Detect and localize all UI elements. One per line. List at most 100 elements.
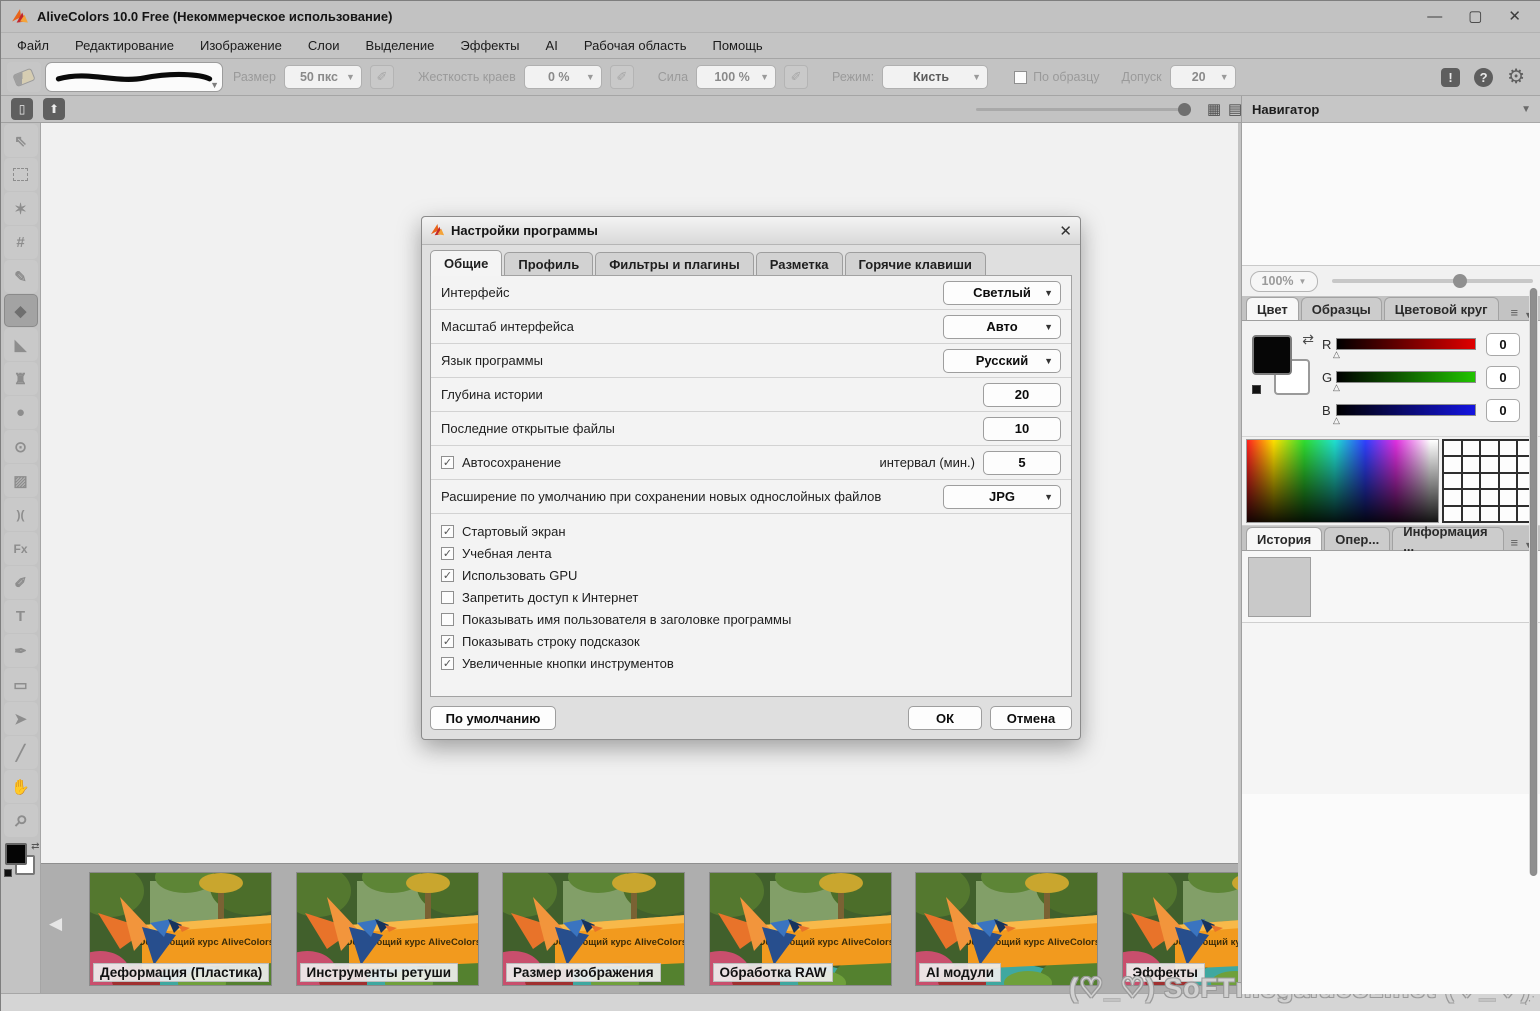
swatch-cell[interactable]	[1444, 474, 1461, 488]
menu-item-0[interactable]: Файл	[17, 38, 49, 53]
swatch-cell[interactable]	[1500, 457, 1517, 471]
show-username-checkbox[interactable]	[441, 613, 454, 626]
color-swatches[interactable]: ⇄	[4, 843, 38, 885]
tolerance-dropdown[interactable]: 20▼	[1170, 65, 1236, 89]
settings-tab-0[interactable]: Общие	[430, 250, 502, 276]
magic-wand-tool[interactable]: ✶	[4, 192, 38, 225]
training-feed-checkbox[interactable]: ✓	[441, 547, 454, 560]
clone-stamp-tool[interactable]: ♜	[4, 362, 38, 395]
strength-dropdown[interactable]: 100 %▼	[696, 65, 776, 89]
minimize-button[interactable]: —	[1427, 9, 1442, 25]
channel-slider-R[interactable]: △	[1336, 338, 1476, 350]
slider-knob[interactable]	[1178, 103, 1191, 116]
zoom-level-dropdown[interactable]: 100%▼	[1250, 271, 1318, 292]
tutorial-thumbnail-1[interactable]: Обучающий курс AliveColors Инструменты р…	[296, 872, 479, 986]
swatch-cell[interactable]	[1481, 490, 1498, 504]
menu-item-5[interactable]: Эффекты	[460, 38, 519, 53]
show-hints-checkbox[interactable]: ✓	[441, 635, 454, 648]
sample-checkbox[interactable]	[1014, 71, 1027, 84]
autosave-input[interactable]: 5	[983, 451, 1061, 475]
swatch-cell[interactable]	[1500, 441, 1517, 455]
pinch-tool[interactable]: )(	[4, 498, 38, 531]
start-screen-checkbox[interactable]: ✓	[441, 525, 454, 538]
open-file-button[interactable]: ⬆	[43, 98, 65, 120]
color-tab-0[interactable]: Цвет	[1246, 297, 1299, 320]
slider-marker-icon[interactable]: △	[1333, 382, 1340, 393]
block-internet-checkbox[interactable]	[441, 591, 454, 604]
swatch-cell[interactable]	[1444, 457, 1461, 471]
swatch-cell[interactable]	[1500, 474, 1517, 488]
menu-item-7[interactable]: Рабочая область	[584, 38, 687, 53]
zoom-slider[interactable]	[1332, 279, 1533, 283]
swatch-cell[interactable]	[1481, 474, 1498, 488]
history-menu-icon[interactable]: ≡	[1506, 535, 1522, 550]
tutorial-thumbnail-2[interactable]: Обучающий курс AliveColors Размер изобра…	[502, 872, 685, 986]
settings-tab-2[interactable]: Фильтры и плагины	[595, 252, 754, 276]
mode-dropdown[interactable]: Кисть▼	[882, 65, 988, 89]
color-tab-1[interactable]: Образцы	[1301, 297, 1382, 320]
ok-button[interactable]: ОК	[908, 706, 982, 730]
grid-view-icon[interactable]: ▦	[1207, 100, 1221, 118]
default-colors-icon[interactable]	[4, 869, 12, 877]
swatch-cell[interactable]	[1481, 441, 1498, 455]
dodge-tool[interactable]: ⊙	[4, 430, 38, 463]
swatch-cell[interactable]	[1481, 507, 1498, 521]
strength-pressure-button[interactable]: ✐	[784, 65, 808, 89]
feedback-icon[interactable]: !	[1441, 68, 1460, 87]
pen-tool[interactable]: ✒	[4, 634, 38, 667]
swap-colors-icon[interactable]: ⇄	[31, 841, 39, 852]
filmstrip-prev-button[interactable]: ◀	[49, 914, 62, 934]
swap-colors-icon[interactable]: ⇄	[1302, 331, 1314, 348]
brush-preset-preview[interactable]: ▼	[45, 62, 223, 92]
help-icon[interactable]: ?	[1474, 68, 1493, 87]
tutorial-thumbnail-3[interactable]: Обучающий курс AliveColors Обработка RAW	[709, 872, 892, 986]
channel-value-R[interactable]: 0	[1486, 333, 1520, 356]
cancel-button[interactable]: Отмена	[990, 706, 1072, 730]
channel-value-G[interactable]: 0	[1486, 366, 1520, 389]
swatch-cell[interactable]	[1444, 441, 1461, 455]
menu-item-2[interactable]: Изображение	[200, 38, 282, 53]
swatch-grid[interactable]	[1442, 439, 1537, 523]
default-extension-dropdown[interactable]: JPG▼	[943, 485, 1061, 509]
swatch-cell[interactable]	[1463, 441, 1480, 455]
zoom-tool[interactable]: ⚲	[4, 804, 38, 837]
slider-knob[interactable]	[1453, 274, 1467, 288]
hardness-dropdown[interactable]: 0 %▼	[524, 65, 602, 89]
maximize-button[interactable]: ▢	[1468, 9, 1482, 25]
shape-rectangle-tool[interactable]: ▭	[4, 668, 38, 701]
history-state-thumbnail[interactable]	[1248, 557, 1311, 617]
size-dropdown[interactable]: 50 пкс▼	[284, 65, 362, 89]
autosave-checkbox[interactable]: ✓	[441, 456, 454, 469]
crop-tool[interactable]: #	[4, 226, 38, 259]
history-tab-0[interactable]: История	[1246, 527, 1322, 550]
language-dropdown[interactable]: Русский▼	[943, 349, 1061, 373]
move-tool[interactable]: ⇖	[4, 124, 38, 157]
swatch-cell[interactable]	[1500, 490, 1517, 504]
settings-tab-4[interactable]: Горячие клавиши	[845, 252, 986, 276]
swatch-cell[interactable]	[1463, 507, 1480, 521]
channel-slider-G[interactable]: △	[1336, 371, 1476, 383]
hand-tool[interactable]: ✋	[4, 770, 38, 803]
sharpen-tool[interactable]: ▨	[4, 464, 38, 497]
menu-item-3[interactable]: Слои	[308, 38, 340, 53]
scrollbar-thumb[interactable]	[1530, 288, 1537, 876]
menu-item-6[interactable]: AI	[546, 38, 558, 53]
channel-slider-B[interactable]: △	[1336, 404, 1476, 416]
ui-scale-dropdown[interactable]: Авто▼	[943, 315, 1061, 339]
hardness-pressure-button[interactable]: ✐	[610, 65, 634, 89]
settings-tab-1[interactable]: Профиль	[504, 252, 593, 276]
swatch-cell[interactable]	[1444, 507, 1461, 521]
swatch-cell[interactable]	[1463, 457, 1480, 471]
swatch-cell[interactable]	[1463, 474, 1480, 488]
effect-brush-tool[interactable]: Fx	[4, 532, 38, 565]
close-button[interactable]: ✕	[1508, 9, 1521, 25]
menu-item-4[interactable]: Выделение	[366, 38, 435, 53]
navigator-header[interactable]: Навигатор ▼	[1242, 96, 1540, 123]
color-tab-2[interactable]: Цветовой круг	[1384, 297, 1499, 320]
menu-item-1[interactable]: Редактирование	[75, 38, 174, 53]
menu-item-8[interactable]: Помощь	[712, 38, 762, 53]
default-colors-icon[interactable]	[1252, 385, 1261, 394]
color-spectrum[interactable]	[1246, 439, 1439, 523]
swatch-cell[interactable]	[1463, 490, 1480, 504]
use-gpu-checkbox[interactable]: ✓	[441, 569, 454, 582]
